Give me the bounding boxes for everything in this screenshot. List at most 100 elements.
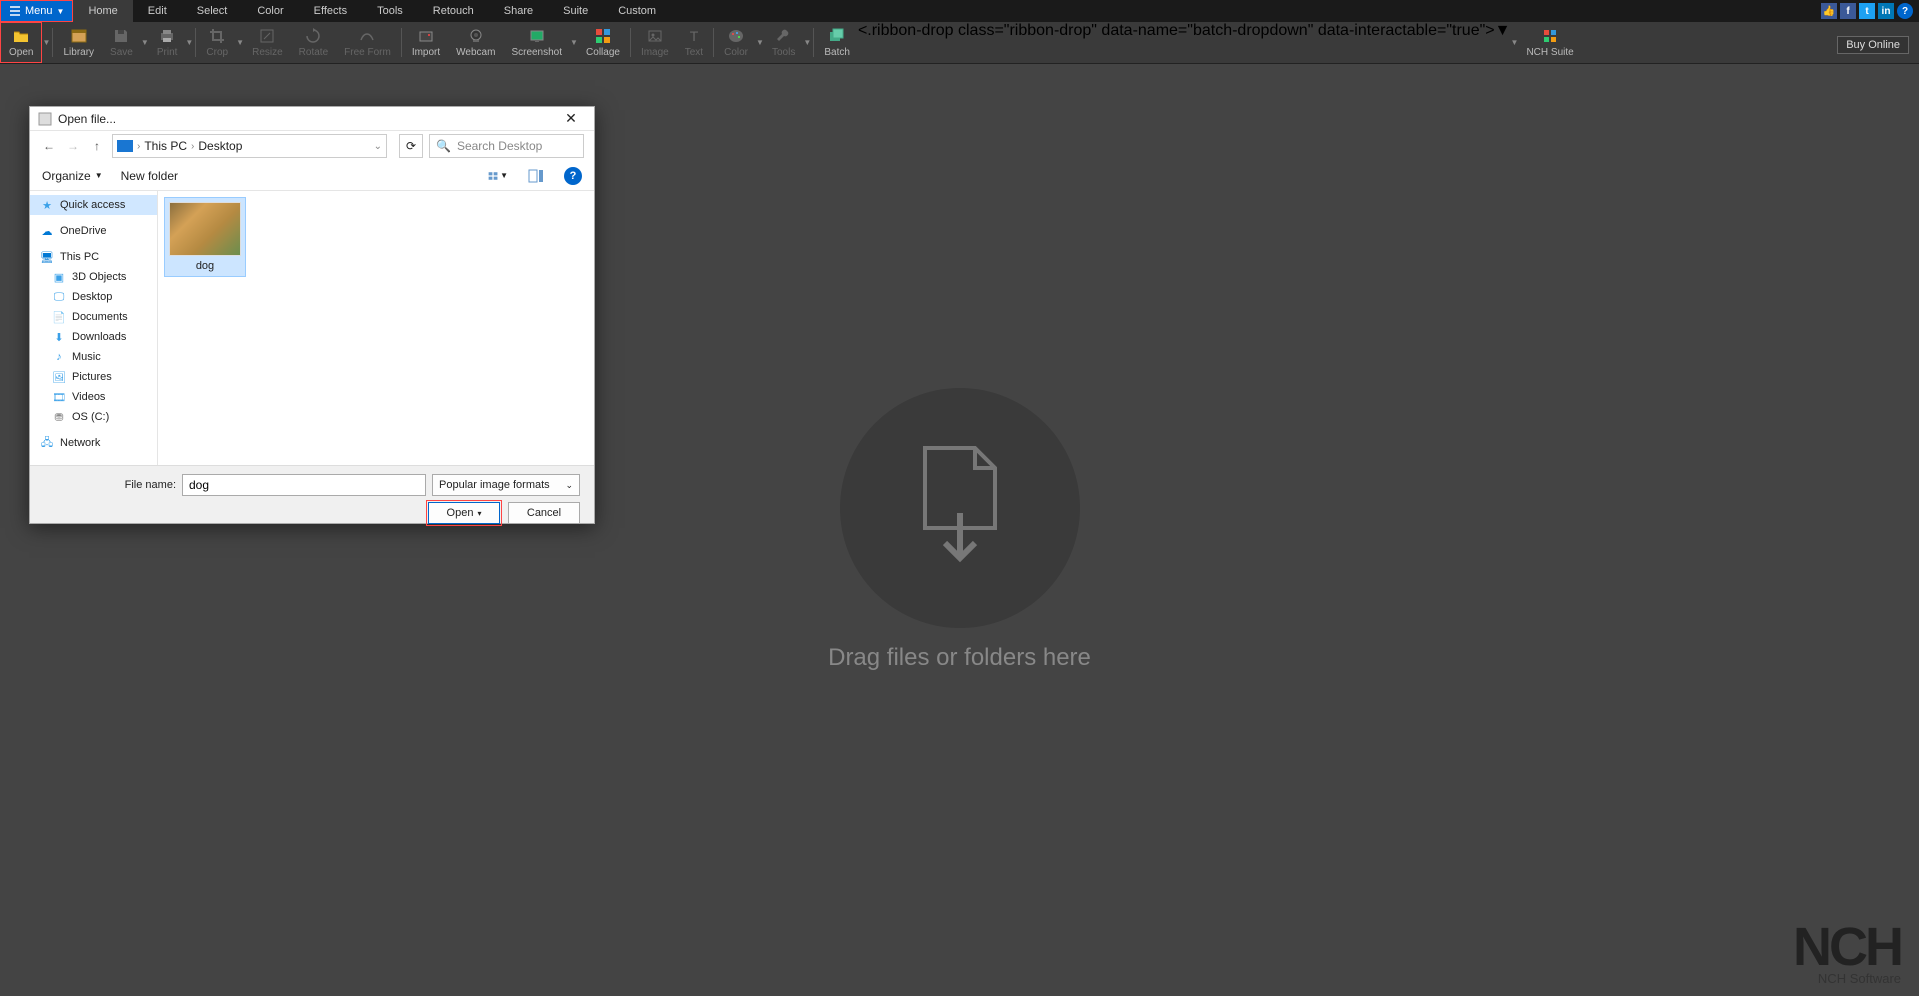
nchsuite-button[interactable]: NCH Suite — [1518, 22, 1581, 63]
sidebar-item-onedrive[interactable]: ☁OneDrive — [30, 221, 157, 241]
cancel-button[interactable]: Cancel — [508, 502, 580, 524]
file-item-dog[interactable]: dog — [164, 197, 246, 277]
facebook-icon[interactable]: f — [1840, 3, 1856, 19]
tab-retouch[interactable]: Retouch — [418, 0, 489, 22]
drive-icon: ⛃ — [52, 410, 66, 424]
import-button[interactable]: Import — [404, 22, 448, 63]
sidebar-item-network[interactable]: 🖧Network — [30, 433, 157, 453]
open-button[interactable]: Open — [0, 22, 42, 63]
breadcrumb-pc[interactable]: This PC — [144, 139, 187, 153]
color-dropdown[interactable]: ▼ — [756, 38, 764, 47]
close-button[interactable]: ✕ — [556, 108, 586, 130]
help-icon[interactable]: ? — [564, 167, 582, 185]
search-box[interactable]: 🔍 Search Desktop — [429, 134, 584, 158]
star-icon: ★ — [40, 198, 54, 212]
sidebar-item-downloads[interactable]: ⬇Downloads — [30, 327, 157, 347]
batch-button[interactable]: Batch — [816, 22, 858, 63]
tab-home[interactable]: Home — [73, 0, 132, 22]
resize-button[interactable]: Resize — [244, 22, 291, 63]
sidebar-item-pictures[interactable]: 🖼Pictures — [30, 367, 157, 387]
webcam-button[interactable]: Webcam — [448, 22, 503, 63]
palette-icon — [727, 27, 745, 45]
text-button[interactable]: T Text — [677, 22, 711, 63]
chevron-right-icon: › — [191, 141, 194, 152]
dialog-footer: File name: Popular image formats ⌄ Open▾… — [30, 465, 594, 523]
crop-dropdown[interactable]: ▼ — [236, 38, 244, 47]
up-button[interactable]: ↑ — [88, 139, 106, 153]
tab-tools[interactable]: Tools — [362, 0, 418, 22]
refresh-button[interactable]: ⟳ — [399, 134, 423, 158]
collage-button[interactable]: Collage — [578, 22, 628, 63]
rotate-button[interactable]: Rotate — [291, 22, 336, 63]
file-area[interactable]: dog — [158, 191, 594, 465]
breadcrumb-desktop[interactable]: Desktop — [198, 139, 242, 153]
screenshot-button[interactable]: Screenshot — [503, 22, 570, 63]
chevron-down-icon[interactable]: ⌄ — [374, 141, 382, 152]
sidebar-item-3dobjects[interactable]: ▣3D Objects — [30, 267, 157, 287]
tools-dropdown[interactable]: ▼ — [803, 38, 811, 47]
organize-button[interactable]: Organize ▼ — [42, 169, 103, 183]
filename-input[interactable] — [182, 474, 426, 496]
drop-text: Drag files or folders here — [828, 644, 1091, 672]
open-button[interactable]: Open▾ — [428, 502, 500, 524]
drop-zone[interactable]: Drag files or folders here — [828, 388, 1091, 672]
sidebar-item-videos[interactable]: 🎞Videos — [30, 387, 157, 407]
save-button[interactable]: Save — [102, 22, 141, 63]
linkedin-icon[interactable]: in — [1878, 3, 1894, 19]
tab-color[interactable]: Color — [242, 0, 298, 22]
print-dropdown[interactable]: ▼ — [185, 38, 193, 47]
back-button[interactable]: ← — [40, 139, 58, 153]
filetype-select[interactable]: Popular image formats ⌄ — [432, 474, 580, 496]
preview-button[interactable] — [526, 166, 546, 186]
tab-select[interactable]: Select — [182, 0, 243, 22]
batch-icon — [828, 27, 846, 45]
breadcrumb[interactable]: › This PC › Desktop ⌄ — [112, 134, 387, 158]
tab-effects[interactable]: Effects — [299, 0, 362, 22]
freeform-button[interactable]: Free Form — [336, 22, 399, 63]
tab-suite[interactable]: Suite — [548, 0, 603, 22]
screenshot-dropdown[interactable]: ▼ — [570, 38, 578, 47]
chevron-down-icon: ▼ — [57, 7, 65, 16]
tools-button[interactable]: Tools — [764, 22, 803, 63]
sidebar: ★Quick access ☁OneDrive 🖥This PC ▣3D Obj… — [30, 191, 158, 465]
app-icon — [38, 112, 52, 126]
tab-edit[interactable]: Edit — [133, 0, 182, 22]
chevron-down-icon: ⌄ — [565, 480, 573, 491]
search-placeholder: Search Desktop — [457, 139, 542, 153]
sidebar-item-music[interactable]: ♪Music — [30, 347, 157, 367]
save-dropdown[interactable]: ▼ — [141, 38, 149, 47]
image-icon — [646, 27, 664, 45]
sidebar-item-quickaccess[interactable]: ★Quick access — [30, 195, 157, 215]
twitter-icon[interactable]: t — [1859, 3, 1875, 19]
colortool-button[interactable]: Color — [716, 22, 756, 63]
ribbon: Open ▼ Library Save ▼ Print ▼ Crop ▼ Res… — [0, 22, 1919, 64]
print-icon — [158, 27, 176, 45]
resize-icon — [258, 27, 276, 45]
library-button[interactable]: Library — [55, 22, 102, 63]
wrench-icon — [775, 27, 793, 45]
sidebar-item-documents[interactable]: 📄Documents — [30, 307, 157, 327]
cloud-icon: ☁ — [40, 224, 54, 238]
batch-dropdown[interactable]: ▼ — [1510, 38, 1518, 47]
cube-icon: ▣ — [52, 270, 66, 284]
text-icon: T — [685, 27, 703, 45]
view-button[interactable]: ▼ — [488, 166, 508, 186]
open-dropdown[interactable]: ▼ — [42, 38, 50, 47]
drop-circle — [840, 388, 1080, 628]
chevron-down-icon: ▼ — [95, 171, 103, 180]
forward-button[interactable]: → — [64, 139, 82, 153]
chevron-right-icon: › — [137, 141, 140, 152]
thumbs-up-icon[interactable]: 👍 — [1821, 3, 1837, 19]
sidebar-item-thispc[interactable]: 🖥This PC — [30, 247, 157, 267]
sidebar-item-desktop[interactable]: 🖵Desktop — [30, 287, 157, 307]
print-button[interactable]: Print — [149, 22, 186, 63]
newfolder-button[interactable]: New folder — [121, 169, 178, 183]
buy-online-button[interactable]: Buy Online — [1837, 36, 1909, 54]
crop-button[interactable]: Crop — [198, 22, 236, 63]
image-button[interactable]: Image — [633, 22, 677, 63]
tab-custom[interactable]: Custom — [603, 0, 671, 22]
menu-button[interactable]: Menu ▼ — [0, 0, 73, 22]
help-icon[interactable]: ? — [1897, 3, 1913, 19]
tab-share[interactable]: Share — [489, 0, 548, 22]
sidebar-item-osc[interactable]: ⛃OS (C:) — [30, 407, 157, 427]
